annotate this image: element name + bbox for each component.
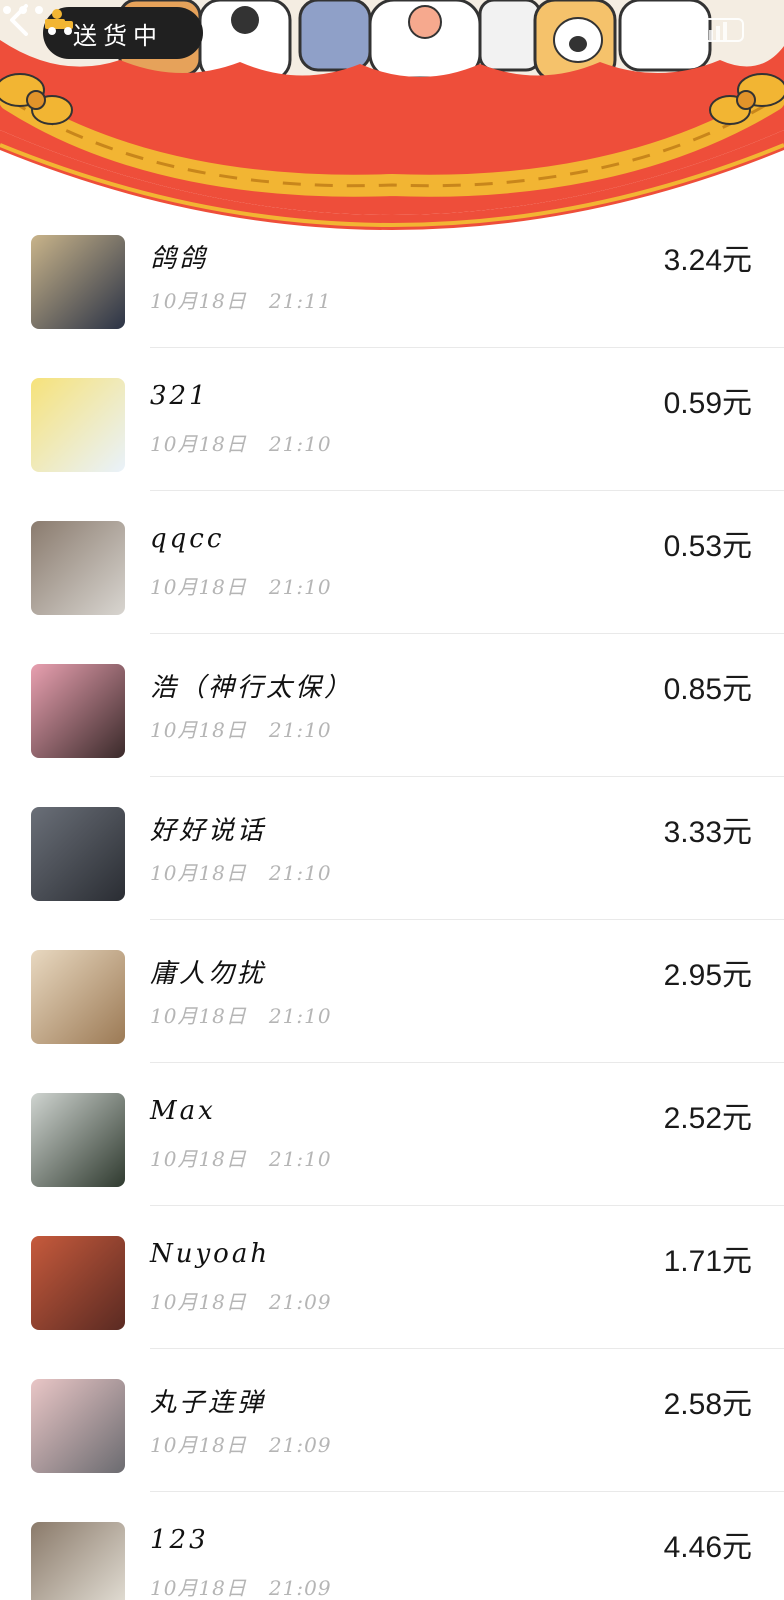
battery-icon: [700, 18, 744, 42]
avatar[interactable]: [31, 664, 125, 758]
record-amount: 4.46元: [663, 1531, 752, 1564]
record-clock: 21:10: [268, 575, 332, 599]
record-clock: 21:10: [268, 718, 332, 742]
more-dots-icon[interactable]: [0, 0, 46, 20]
record-clock: 21:10: [268, 861, 332, 885]
avatar[interactable]: [31, 950, 125, 1044]
record-clock: 21:10: [268, 1147, 332, 1171]
delivery-status-pill[interactable]: 送货中: [43, 7, 203, 59]
record-name: 浩（神行太保）: [150, 673, 354, 703]
record-date: 10月18日: [150, 718, 247, 742]
record-clock: 21:09: [268, 1290, 332, 1314]
record-date: 10月18日: [150, 1433, 247, 1457]
record-amount: 1.71元: [663, 1245, 752, 1278]
record-date: 10月18日: [150, 861, 247, 885]
record-name: 鸽鸽: [150, 244, 209, 274]
record-amount: 2.58元: [663, 1388, 752, 1421]
list-item[interactable]: 庸人勿扰 10月18日 21:10 2.95元: [0, 920, 784, 1063]
avatar[interactable]: [31, 1236, 125, 1330]
delivery-status-label: 送货中: [73, 21, 163, 50]
list-item[interactable]: 321 10月18日 21:10 0.59元: [0, 348, 784, 491]
record-name: Nuyoah: [150, 1239, 271, 1269]
record-time: 10月18日 21:10: [150, 714, 332, 743]
delivery-truck-icon: [45, 9, 73, 35]
record-time: 10月18日 21:10: [150, 571, 332, 600]
record-date: 10月18日: [150, 289, 247, 313]
record-amount: 3.24元: [663, 244, 752, 277]
record-date: 10月18日: [150, 1004, 247, 1028]
record-name: 321: [150, 381, 209, 411]
list-item[interactable]: Nuyoah 10月18日 21:09 1.71元: [0, 1206, 784, 1349]
record-date: 10月18日: [150, 1576, 247, 1600]
avatar[interactable]: [31, 1379, 125, 1473]
list-item[interactable]: 123 10月18日 21:09 4.46元: [0, 1492, 784, 1600]
avatar[interactable]: [31, 235, 125, 329]
record-name: 123: [150, 1525, 209, 1555]
record-date: 10月18日: [150, 575, 247, 599]
record-name: qqcc: [150, 524, 225, 554]
red-envelope-records-list: 鸽鸽 10月18日 21:11 3.24元 321 10月18日 21:10 0.5…: [0, 205, 784, 1600]
list-item[interactable]: 丸子连弹 10月18日 21:09 2.58元: [0, 1349, 784, 1492]
list-item[interactable]: 好好说话 10月18日 21:10 3.33元: [0, 777, 784, 920]
record-amount: 2.95元: [663, 959, 752, 992]
record-clock: 21:10: [268, 1004, 332, 1028]
record-date: 10月18日: [150, 432, 247, 456]
record-time: 10月18日 21:11: [150, 285, 332, 314]
record-time: 10月18日 21:09: [150, 1572, 332, 1600]
list-item[interactable]: Max 10月18日 21:10 2.52元: [0, 1063, 784, 1206]
list-item[interactable]: qqcc 10月18日 21:10 0.53元: [0, 491, 784, 634]
avatar[interactable]: [31, 521, 125, 615]
record-clock: 21:09: [268, 1576, 332, 1600]
record-name: 庸人勿扰: [150, 959, 267, 989]
record-clock: 21:10: [268, 432, 332, 456]
record-clock: 21:11: [268, 289, 332, 313]
record-date: 10月18日: [150, 1147, 247, 1171]
record-time: 10月18日 21:10: [150, 1143, 332, 1172]
avatar[interactable]: [31, 1522, 125, 1600]
record-name: 好好说话: [150, 816, 267, 846]
record-amount: 0.53元: [663, 530, 752, 563]
avatar[interactable]: [31, 378, 125, 472]
system-status-icons: [700, 18, 744, 42]
record-amount: 3.33元: [663, 816, 752, 849]
record-amount: 0.85元: [663, 673, 752, 706]
avatar[interactable]: [31, 807, 125, 901]
record-date: 10月18日: [150, 1290, 247, 1314]
record-time: 10月18日 21:10: [150, 857, 332, 886]
avatar[interactable]: [31, 1093, 125, 1187]
list-item[interactable]: 浩（神行太保） 10月18日 21:10 0.85元: [0, 634, 784, 777]
red-envelope-header: 送货中: [0, 0, 784, 235]
record-name: 丸子连弹: [150, 1388, 267, 1418]
record-clock: 21:09: [268, 1433, 332, 1457]
record-time: 10月18日 21:10: [150, 1000, 332, 1029]
list-item[interactable]: 鸽鸽 10月18日 21:11 3.24元: [0, 205, 784, 348]
record-name: Max: [150, 1096, 216, 1126]
record-time: 10月18日 21:10: [150, 428, 332, 457]
record-amount: 2.52元: [663, 1102, 752, 1135]
record-amount: 0.59元: [663, 387, 752, 420]
record-time: 10月18日 21:09: [150, 1286, 332, 1315]
record-time: 10月18日 21:09: [150, 1429, 332, 1458]
